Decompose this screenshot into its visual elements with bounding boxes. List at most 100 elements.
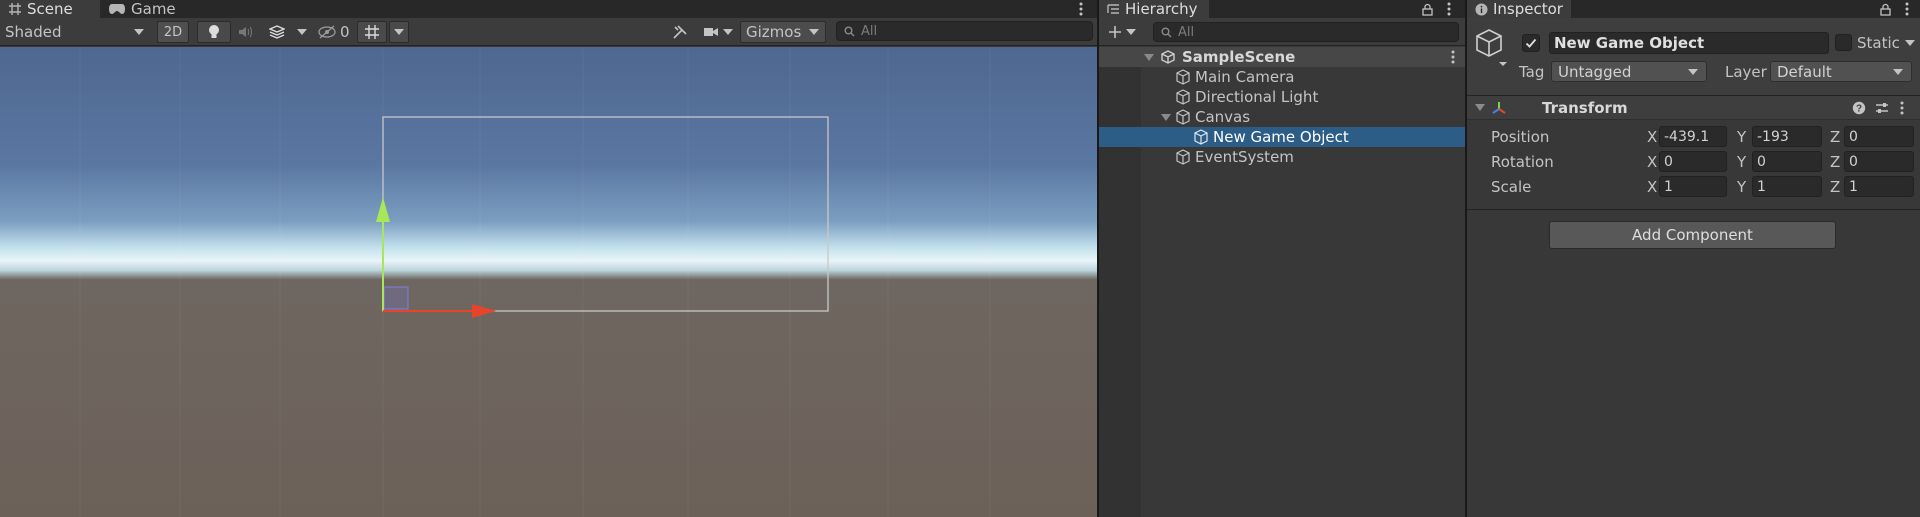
rotation-label: Rotation bbox=[1491, 153, 1554, 171]
info-icon bbox=[1475, 3, 1488, 16]
expand-arrow-icon[interactable] bbox=[1161, 113, 1171, 121]
transform-title: Transform bbox=[1542, 99, 1628, 117]
active-checkbox[interactable] bbox=[1522, 34, 1540, 52]
static-dropdown[interactable]: Static bbox=[1857, 32, 1917, 54]
toggle-2d-button[interactable]: 2D bbox=[157, 21, 189, 43]
inspector-kebab-menu-icon[interactable] bbox=[1899, 1, 1915, 17]
hierarchy-kebab-menu-icon[interactable] bbox=[1441, 1, 1457, 17]
scale-label: Scale bbox=[1491, 178, 1532, 196]
lock-icon[interactable] bbox=[1419, 1, 1435, 17]
add-component-label: Add Component bbox=[1632, 226, 1753, 244]
tag-dropdown[interactable]: Untagged bbox=[1551, 61, 1707, 82]
position-z-value: 0 bbox=[1849, 128, 1858, 145]
position-x-field[interactable]: -439.1 bbox=[1659, 126, 1727, 147]
scene-kebab-menu-icon[interactable] bbox=[1451, 50, 1455, 64]
tab-scene-label: Scene bbox=[27, 0, 73, 18]
scale-y-field[interactable]: 1 bbox=[1752, 176, 1822, 197]
position-y-field[interactable]: -193 bbox=[1752, 126, 1822, 147]
chevron-down-icon bbox=[1126, 29, 1136, 35]
tab-game[interactable]: Game bbox=[100, 0, 190, 18]
x-axis-label[interactable]: X bbox=[1647, 153, 1657, 171]
lock-icon[interactable] bbox=[1877, 1, 1893, 17]
y-axis-label[interactable]: Y bbox=[1737, 178, 1746, 196]
object-name-field[interactable]: New Game Object bbox=[1549, 32, 1829, 54]
position-label: Position bbox=[1491, 128, 1550, 146]
grid-snap-dropdown[interactable] bbox=[389, 21, 409, 43]
tools-button[interactable] bbox=[668, 21, 692, 43]
presets-icon[interactable] bbox=[1875, 101, 1889, 115]
help-icon[interactable]: ? bbox=[1852, 101, 1866, 115]
effects-dropdown[interactable] bbox=[294, 21, 310, 43]
hierarchy-search-input[interactable]: All bbox=[1153, 22, 1459, 42]
gameobject-large-cube-icon[interactable] bbox=[1475, 28, 1509, 68]
y-axis-arrowhead[interactable] bbox=[376, 197, 390, 222]
grid-snap-icon bbox=[364, 24, 380, 40]
scene-viewport[interactable] bbox=[0, 47, 1097, 517]
x-axis-arrowhead[interactable] bbox=[472, 304, 496, 318]
component-kebab-menu-icon[interactable] bbox=[1900, 101, 1904, 115]
tab-inspector[interactable]: Inspector bbox=[1467, 0, 1571, 18]
checkmark-icon bbox=[1525, 37, 1537, 49]
scale-z-field[interactable]: 1 bbox=[1844, 176, 1914, 197]
transform-header[interactable]: Transform ? bbox=[1467, 96, 1920, 120]
z-axis-label[interactable]: Z bbox=[1830, 128, 1840, 146]
hierarchy-item-main-camera[interactable]: Main Camera bbox=[1099, 67, 1465, 87]
gameobject-cube-icon bbox=[1193, 129, 1209, 145]
position-z-field[interactable]: 0 bbox=[1844, 126, 1914, 147]
scale-x-field[interactable]: 1 bbox=[1659, 176, 1727, 197]
layer-dropdown[interactable]: Default bbox=[1770, 61, 1912, 82]
scene-kebab-menu-icon[interactable] bbox=[1073, 1, 1089, 17]
scene-toolbar: Shaded 2D 0 Gizmos All bbox=[0, 18, 1097, 46]
y-axis-label[interactable]: Y bbox=[1737, 153, 1746, 171]
scene-search-input[interactable]: All bbox=[836, 21, 1093, 41]
chevron-down-icon bbox=[1893, 69, 1903, 75]
scene-visibility-toggle[interactable]: 0 bbox=[318, 21, 358, 43]
hierarchy-panel: Hierarchy All SampleScene Main Camera Di… bbox=[1099, 0, 1465, 517]
hierarchy-item-canvas[interactable]: Canvas bbox=[1099, 107, 1465, 127]
rect-handle-square[interactable] bbox=[383, 286, 409, 310]
gameobject-cube-icon bbox=[1175, 69, 1191, 85]
scene-overlay bbox=[79, 47, 991, 517]
draw-mode-dropdown[interactable]: Shaded bbox=[0, 21, 150, 43]
hierarchy-list-icon bbox=[1107, 3, 1120, 15]
rotation-y-field[interactable]: 0 bbox=[1752, 151, 1822, 172]
audio-toggle-button[interactable] bbox=[231, 21, 261, 43]
rotation-z-field[interactable]: 0 bbox=[1844, 151, 1914, 172]
camera-settings-button[interactable] bbox=[698, 21, 738, 43]
effects-toggle-button[interactable] bbox=[262, 21, 292, 43]
foldout-arrow-icon[interactable] bbox=[1475, 104, 1485, 111]
z-axis-label[interactable]: Z bbox=[1830, 178, 1840, 196]
x-axis-label[interactable]: X bbox=[1647, 178, 1657, 196]
rotation-x-field[interactable]: 0 bbox=[1659, 151, 1727, 172]
hierarchy-title: Hierarchy bbox=[1125, 0, 1198, 18]
lighting-toggle-button[interactable] bbox=[197, 21, 231, 43]
hierarchy-item-eventsystem[interactable]: EventSystem bbox=[1099, 147, 1465, 167]
hierarchy-item-label: EventSystem bbox=[1195, 148, 1294, 166]
tab-hierarchy[interactable]: Hierarchy bbox=[1099, 0, 1209, 18]
scene-search-placeholder: All bbox=[861, 23, 878, 39]
grid-snap-button[interactable] bbox=[357, 21, 387, 43]
scale-x-value: 1 bbox=[1664, 178, 1673, 195]
gizmos-label: Gizmos bbox=[746, 23, 802, 41]
hierarchy-item-new-game-object[interactable]: New Game Object bbox=[1099, 127, 1465, 147]
y-axis-label[interactable]: Y bbox=[1737, 128, 1746, 146]
hierarchy-toolbar: All bbox=[1099, 18, 1465, 46]
inspector-tab-bar: Inspector bbox=[1467, 0, 1920, 18]
scene-root-row[interactable]: SampleScene bbox=[1099, 47, 1465, 67]
add-component-button[interactable]: Add Component bbox=[1549, 221, 1836, 249]
expand-arrow-icon[interactable] bbox=[1144, 53, 1154, 61]
z-axis-label[interactable]: Z bbox=[1830, 153, 1840, 171]
object-name-value: New Game Object bbox=[1554, 34, 1705, 52]
gizmos-dropdown[interactable]: Gizmos bbox=[740, 21, 826, 43]
chevron-down-icon bbox=[809, 29, 819, 35]
rotation-y-value: 0 bbox=[1757, 153, 1766, 170]
search-icon bbox=[844, 26, 855, 37]
create-add-button[interactable] bbox=[1105, 21, 1139, 43]
static-label: Static bbox=[1857, 34, 1900, 52]
x-axis-label[interactable]: X bbox=[1647, 128, 1657, 146]
chevron-down-icon bbox=[1904, 40, 1915, 46]
hierarchy-item-directional-light[interactable]: Directional Light bbox=[1099, 87, 1465, 107]
tab-scene[interactable]: Scene bbox=[0, 0, 100, 18]
static-checkbox[interactable] bbox=[1835, 34, 1852, 51]
scene-panel: Scene Game Shaded 2D 0 Gizmos All bbox=[0, 0, 1097, 517]
